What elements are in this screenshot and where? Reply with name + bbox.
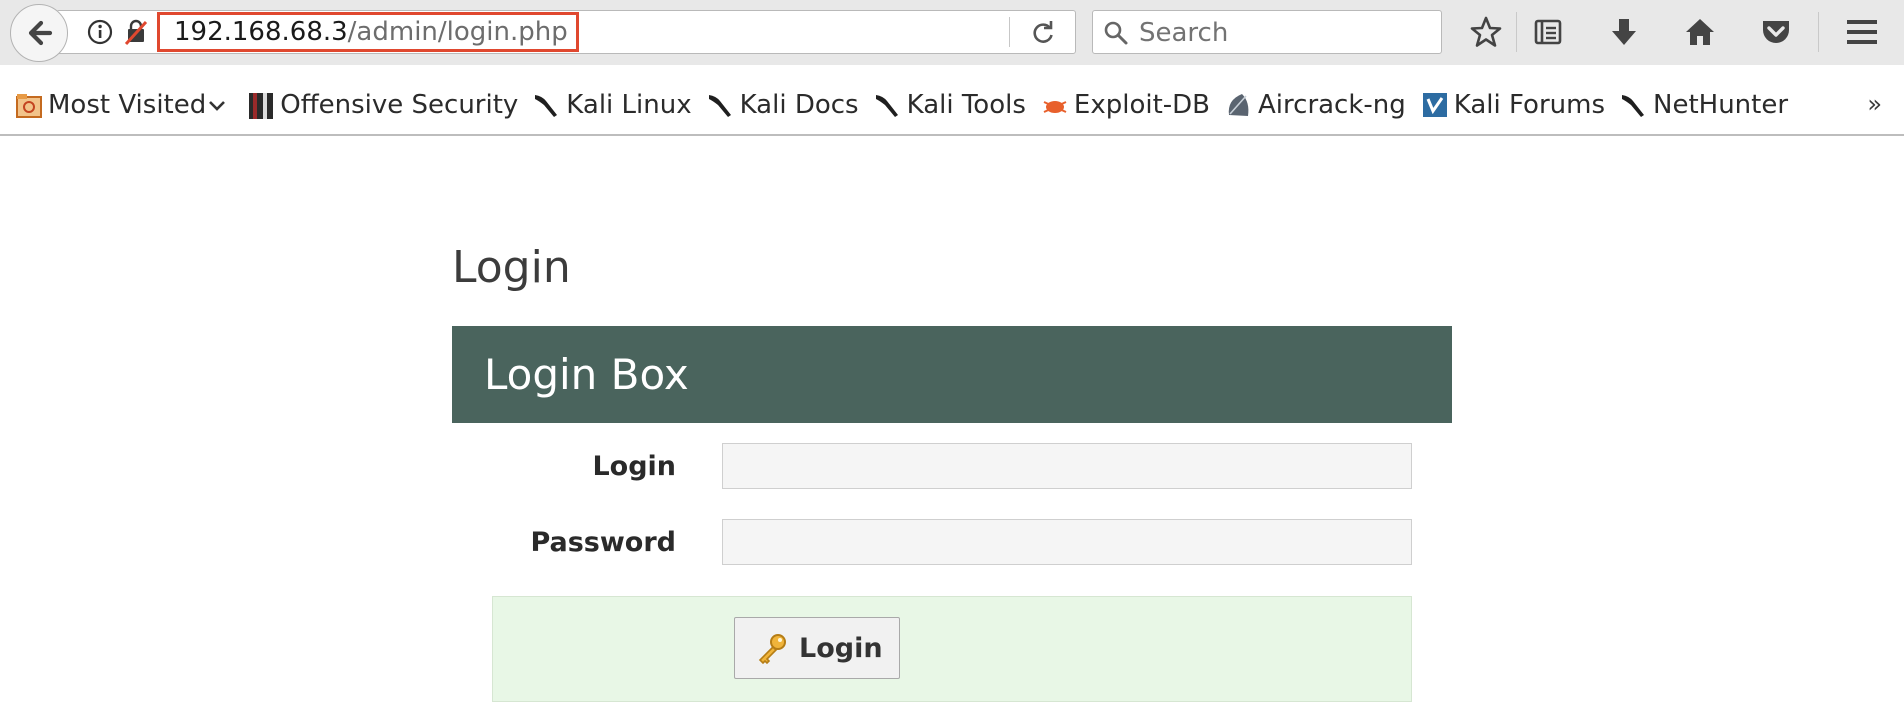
kali-dragon-icon <box>1622 95 1644 117</box>
login-box-title: Login Box <box>484 350 689 399</box>
login-input[interactable] <box>722 443 1412 489</box>
most-visited-icon <box>16 94 42 118</box>
page-title: Login <box>452 242 571 293</box>
kali-dragon-icon <box>875 95 898 117</box>
key-icon <box>758 634 786 665</box>
bookmark-label: Kali Tools <box>906 90 1026 120</box>
kali-dragon-icon <box>535 95 558 117</box>
bookmark-most-visited[interactable]: Most Visited <box>14 90 232 120</box>
back-arrow-icon <box>28 20 53 46</box>
bookmark-label: Exploit-DB <box>1073 90 1211 120</box>
login-label: Login <box>592 451 676 482</box>
kali-forums-icon <box>1422 93 1447 117</box>
search-icon <box>1103 20 1129 50</box>
insecure-connection-icon[interactable] <box>121 17 151 51</box>
kali-dragon-icon <box>708 95 731 117</box>
submit-area: Login <box>492 596 1412 702</box>
bookmark-label: Most Visited <box>48 90 207 120</box>
url-host: 192.168.68.3 <box>174 17 348 47</box>
download-icon[interactable] <box>1604 12 1644 52</box>
bookmark-kali-tools[interactable]: Kali Tools <box>873 90 1026 120</box>
password-label: Password <box>530 527 676 558</box>
password-input[interactable] <box>722 519 1412 565</box>
bookmark-label: Aircrack-ng <box>1258 90 1406 120</box>
bookmarks-overflow-button[interactable]: » <box>1867 90 1882 118</box>
bookmark-offensive-security[interactable]: Offensive Security <box>246 90 518 120</box>
reading-list-icon[interactable] <box>1528 12 1568 52</box>
toolbar-separator <box>1516 12 1517 52</box>
bookmark-aircrack-ng[interactable]: Aircrack-ng <box>1224 90 1406 120</box>
search-bar[interactable]: Search <box>1092 10 1442 54</box>
bookmark-kali-linux[interactable]: Kali Linux <box>532 90 692 120</box>
pocket-icon[interactable] <box>1756 12 1796 52</box>
chevron-down-icon <box>209 101 226 111</box>
bookmarks-toolbar: Most Visited Offensive Security Kali Lin… <box>0 76 1904 134</box>
login-box-header: Login Box <box>452 326 1452 423</box>
browser-toolbar: 192.168.68.3/admin/login.php Search <box>0 0 1904 65</box>
bookmark-nethunter[interactable]: NetHunter <box>1619 90 1788 120</box>
bookmark-label: Kali Linux <box>566 90 692 120</box>
url-identity-icons <box>85 17 151 51</box>
toolbar-separator <box>1818 12 1819 52</box>
hamburger-menu-icon[interactable] <box>1842 12 1882 52</box>
bookmark-label: Offensive Security <box>280 90 519 120</box>
url-text-highlight[interactable]: 192.168.68.3/admin/login.php <box>157 12 579 52</box>
bookmark-label: NetHunter <box>1653 90 1789 120</box>
bookmark-kali-docs[interactable]: Kali Docs <box>706 90 859 120</box>
login-button-label: Login <box>799 632 883 664</box>
url-bar[interactable]: 192.168.68.3/admin/login.php <box>56 10 1076 54</box>
url-path: /admin/login.php <box>347 17 568 47</box>
bookmark-kali-forums[interactable]: Kali Forums <box>1420 90 1605 120</box>
aircrack-icon <box>1228 94 1249 116</box>
back-button[interactable] <box>10 4 68 62</box>
search-placeholder: Search <box>1139 18 1229 48</box>
login-submit-button[interactable]: Login <box>734 617 900 679</box>
offensive-security-icon <box>249 93 274 119</box>
info-icon[interactable] <box>85 17 115 51</box>
chrome-divider <box>0 134 1904 136</box>
bookmark-exploit-db[interactable]: Exploit-DB <box>1040 90 1210 120</box>
exploit-db-icon <box>1043 101 1067 113</box>
url-separator <box>1009 17 1010 47</box>
reload-icon[interactable] <box>1029 19 1057 51</box>
bookmark-label: Kali Forums <box>1453 90 1605 120</box>
home-icon[interactable] <box>1680 12 1720 52</box>
bookmark-label: Kali Docs <box>739 90 859 120</box>
bookmark-star-icon[interactable] <box>1466 12 1506 52</box>
